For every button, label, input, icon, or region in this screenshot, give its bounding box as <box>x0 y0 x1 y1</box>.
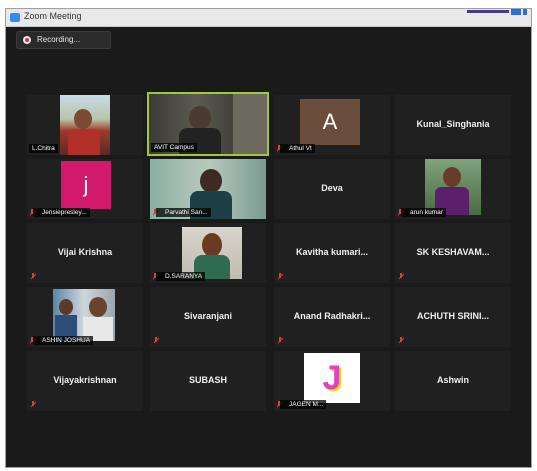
window-title: Zoom Meeting <box>24 11 82 21</box>
participant-video <box>53 289 115 341</box>
participant-name: Anand Radhakri... <box>293 311 371 321</box>
participant-tile[interactable]: J JAGEN M... <box>274 351 390 411</box>
muted-mic-icon <box>30 401 36 408</box>
muted-mic-icon <box>30 273 36 280</box>
participant-tile[interactable]: ASHIN JOSHUA <box>27 287 143 347</box>
participant-tile[interactable]: Anand Radhakri... <box>274 287 390 347</box>
participant-name: Sivaranjani <box>183 311 233 321</box>
participant-video <box>425 159 481 215</box>
participant-name: AVIT Campus <box>151 143 197 152</box>
muted-mic-icon <box>153 337 159 344</box>
participant-tile[interactable]: ACHUTH SRINI... <box>395 287 511 347</box>
record-icon <box>23 36 31 44</box>
participant-tile[interactable]: arun kumar <box>395 159 511 219</box>
title-accent-bar <box>467 10 509 13</box>
participant-name: Deva <box>321 183 343 193</box>
participant-name: Ashwin <box>436 375 469 385</box>
title-bar: Zoom Meeting <box>6 9 531 27</box>
participant-name: SUBASH <box>188 375 227 385</box>
recording-indicator[interactable]: Recording... <box>16 31 111 49</box>
participant-name: Kunal_Singhania <box>416 119 490 129</box>
participant-tile[interactable]: A Athul Vt <box>274 95 390 155</box>
participant-avatar: j <box>61 161 111 209</box>
muted-mic-icon <box>277 273 283 280</box>
participant-tile[interactable]: L.Chitra <box>27 95 143 155</box>
zoom-window: Zoom Meeting Recording... L.Chitra AVIT … <box>5 8 532 468</box>
participant-tile-active-speaker[interactable]: AVIT Campus <box>147 92 269 156</box>
participant-tile[interactable]: D.SARANYA <box>150 223 266 283</box>
muted-mic-icon <box>398 337 404 344</box>
maximize-button[interactable] <box>511 9 521 15</box>
participant-avatar: A <box>300 99 360 145</box>
participant-tile[interactable]: SUBASH <box>150 351 266 411</box>
window-controls[interactable] <box>457 9 527 15</box>
participant-tile[interactable]: SK KESHAVAM... <box>395 223 511 283</box>
participant-name: Jensiepresley... <box>33 208 90 217</box>
participant-name: Kavitha kumari... <box>295 247 369 257</box>
participant-avatar: J <box>304 353 360 403</box>
avatar-letter: J <box>322 358 342 397</box>
zoom-logo-icon <box>10 13 20 22</box>
participant-name: L.Chitra <box>29 144 58 153</box>
participant-name: Parvathi San... <box>156 208 211 217</box>
participant-name: Athul Vt <box>280 144 315 153</box>
avatar-letter: A <box>322 109 338 134</box>
participant-name: Vijayakrishnan <box>53 375 117 385</box>
participant-tile[interactable]: Sivaranjani <box>150 287 266 347</box>
participant-name: arun kumar <box>401 208 446 217</box>
participant-tile[interactable]: Vijai Krishna <box>27 223 143 283</box>
participant-name: SK KESHAVAM... <box>416 247 490 257</box>
participant-name: ACHUTH SRINI... <box>417 311 489 321</box>
avatar-letter: j <box>83 172 89 197</box>
close-button[interactable] <box>523 9 527 15</box>
participant-tile[interactable]: Parvathi San... <box>150 159 266 219</box>
muted-mic-icon <box>398 273 404 280</box>
participant-tile[interactable]: Deva <box>274 159 390 219</box>
participant-name: ASHIN JOSHUA <box>33 336 94 345</box>
participant-video <box>60 95 110 155</box>
participant-tile[interactable]: Kavitha kumari... <box>274 223 390 283</box>
recording-label: Recording... <box>37 35 81 44</box>
participant-name: JAGEN M... <box>280 400 327 409</box>
muted-mic-icon <box>277 337 283 344</box>
participant-tile[interactable]: j Jensiepresley... <box>27 159 143 219</box>
participant-tile[interactable]: Vijayakrishnan <box>27 351 143 411</box>
participant-tile[interactable]: Ashwin <box>395 351 511 411</box>
participant-name: Vijai Krishna <box>57 247 113 257</box>
participant-tile[interactable]: Kunal_Singhania <box>395 95 511 155</box>
participant-name: D.SARANYA <box>156 272 206 281</box>
